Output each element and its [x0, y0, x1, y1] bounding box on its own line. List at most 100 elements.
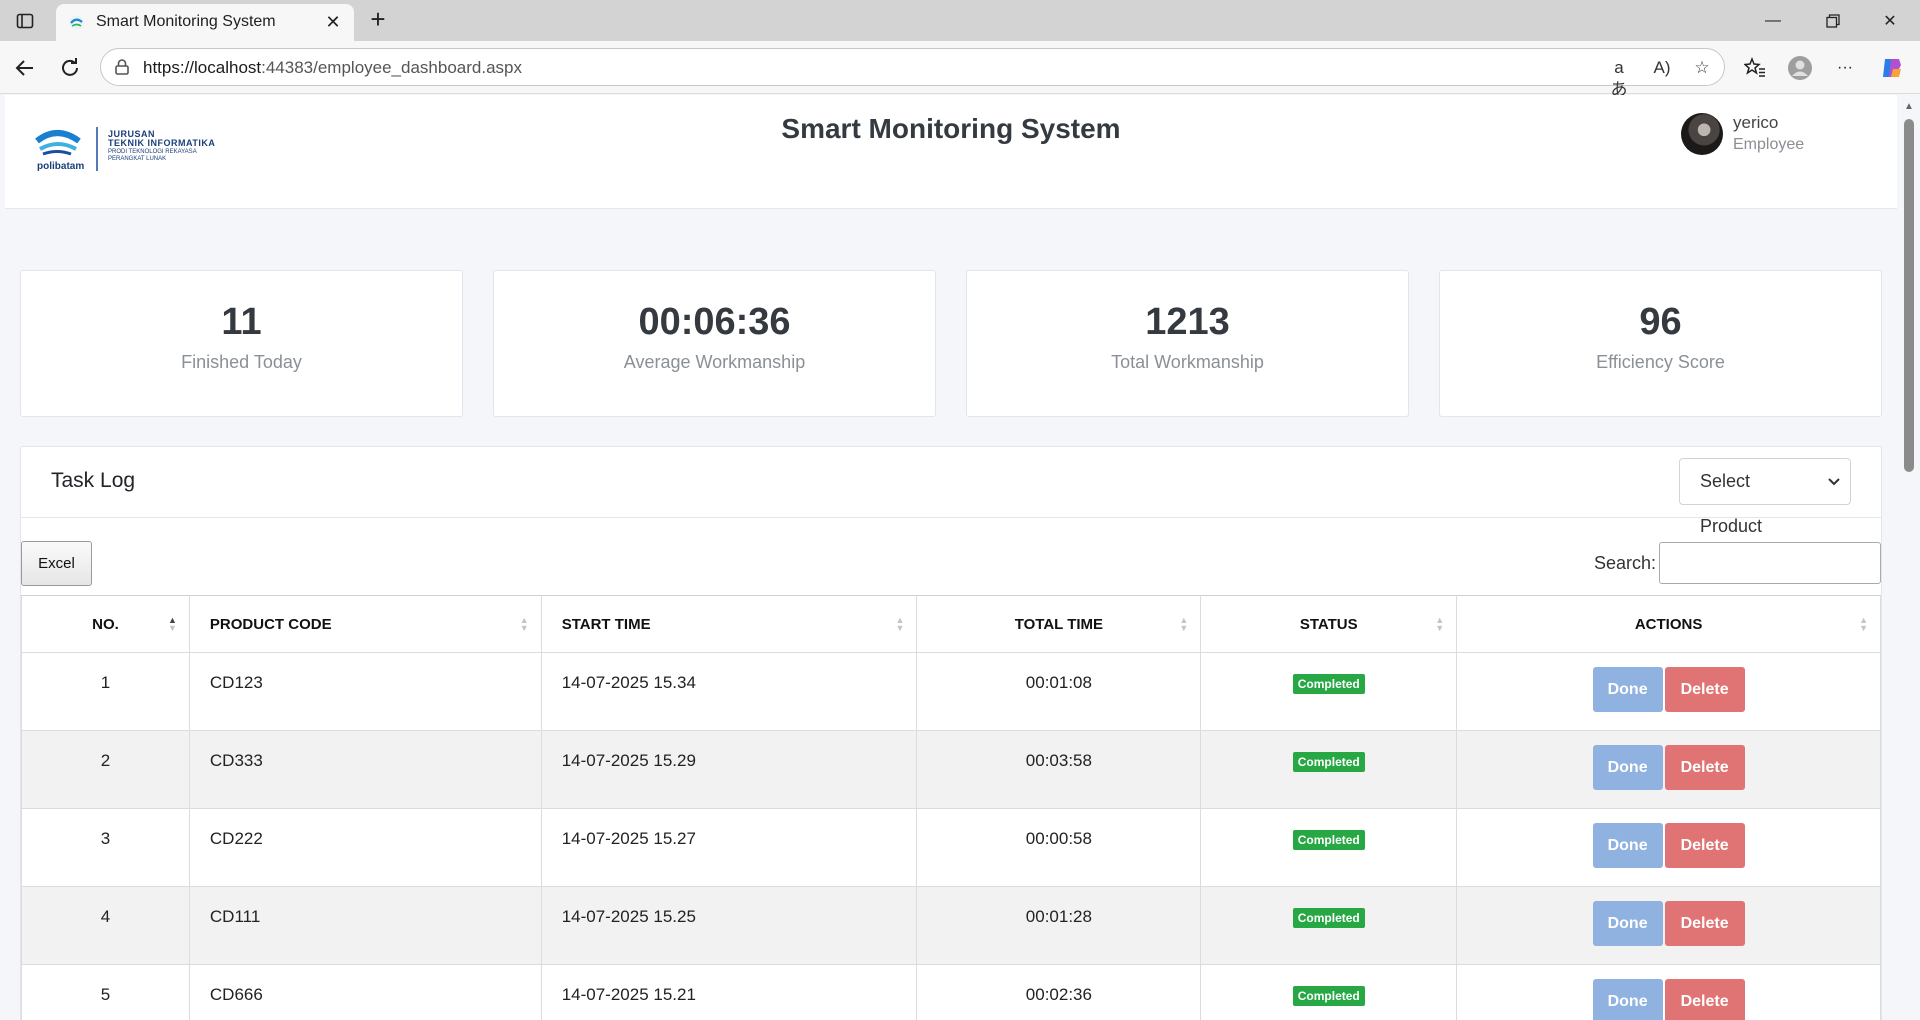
cell-total-time: 00:03:58 [916, 730, 1202, 809]
page-title: Smart Monitoring System [781, 113, 1121, 144]
task-table: NO. ▲ ▼ PRODUCT CODE ▲ ▼ START TIME ▲ ▼ TOTAL … [21, 595, 1881, 1020]
stat-label: Total Workmanship [1111, 352, 1264, 372]
cell-status: Completed [1200, 808, 1458, 887]
sort-icon: ▲ ▼ [1859, 615, 1868, 633]
close-tab-icon[interactable]: ✕ [322, 11, 344, 33]
favorites-icon[interactable] [1741, 54, 1769, 82]
avatar[interactable] [1681, 113, 1723, 155]
delete-button[interactable]: Delete [1664, 979, 1745, 1020]
done-button[interactable]: Done [1592, 901, 1663, 946]
column-label: TOTAL TIME [1014, 615, 1104, 633]
cell-status: Completed [1200, 964, 1458, 1020]
column-header-start-time[interactable]: START TIME ▲ ▼ [540, 595, 918, 653]
stat-label: Finished Today [181, 352, 302, 372]
column-header-status[interactable]: STATUS ▲ ▼ [1200, 595, 1458, 653]
new-tab-icon[interactable]: + [364, 6, 392, 34]
column-label: STATUS [1299, 615, 1358, 633]
search-input[interactable] [1659, 542, 1881, 584]
cell-total-time: 00:01:28 [916, 886, 1202, 965]
status-badge: Completed [1292, 986, 1365, 1006]
stat-label: Efficiency Score [1596, 352, 1725, 372]
more-options-icon[interactable]: ··· [1831, 54, 1859, 82]
cell-product-code: CD666 [188, 964, 542, 1020]
translate-icon[interactable]: aあ [1608, 57, 1630, 99]
stat-value: 11 [221, 301, 262, 343]
stat-value: 00:06:36 [638, 301, 791, 343]
cell-no: 2 [21, 730, 190, 809]
scroll-up-icon[interactable]: ▲ [1904, 101, 1914, 112]
delete-button[interactable]: Delete [1664, 901, 1745, 946]
task-log-header: Task Log Select Product [21, 447, 1881, 536]
table-row: 2 CD333 14-07-2025 15.29 00:03:58 Comple… [21, 730, 1881, 809]
user-role: Employee [1733, 136, 1805, 153]
address-bar[interactable]: https://localhost:44383/employee_dashboa… [100, 48, 1725, 99]
stat-card-efficiency-score: 96 Efficiency Score [1439, 270, 1882, 417]
done-button[interactable]: Done [1592, 667, 1663, 712]
column-header-no[interactable]: NO. ▲ ▼ [21, 595, 190, 653]
url-path: :44383/employee_dashboard.aspx [261, 58, 522, 77]
back-icon[interactable] [10, 53, 40, 83]
done-button[interactable]: Done [1592, 823, 1663, 868]
cell-no: 4 [21, 886, 190, 965]
restore-icon[interactable] [1803, 4, 1863, 38]
cell-product-code: CD111 [188, 886, 542, 965]
done-button[interactable]: Done [1592, 745, 1663, 790]
read-aloud-icon[interactable]: A) [1651, 57, 1673, 79]
app-header: polibatam JURUSAN TEKNIK INFORMATIKA PRO… [5, 95, 1897, 209]
cell-total-time: 00:01:08 [916, 652, 1202, 731]
browser-tab[interactable]: Smart Monitoring System ✕ [56, 4, 354, 41]
excel-export-button[interactable]: Excel [21, 541, 92, 586]
reload-icon[interactable] [55, 53, 85, 83]
delete-button[interactable]: Delete [1664, 667, 1745, 712]
column-header-product-code[interactable]: PRODUCT CODE ▲ ▼ [188, 595, 542, 653]
sidebar-toggle-icon[interactable] [12, 8, 38, 34]
cell-product-code: CD333 [188, 730, 542, 809]
delete-button[interactable]: Delete [1664, 745, 1745, 790]
cell-status: Completed [1200, 652, 1458, 731]
url-text[interactable]: https://localhost:44383/employee_dashboa… [143, 58, 522, 78]
table-header-row: NO. ▲ ▼ PRODUCT CODE ▲ ▼ START TIME ▲ ▼ TOTAL … [21, 595, 1881, 653]
dept-line-3: PRODI TEKNOLOGI REKAYASA [108, 149, 197, 155]
cell-actions: Done Delete [1456, 808, 1881, 887]
product-select[interactable]: Select Product [1679, 458, 1851, 536]
browser-tab-bar: Smart Monitoring System ✕ + — ✕ [0, 0, 1920, 41]
column-header-actions[interactable]: ACTIONS ▲ ▼ [1456, 595, 1881, 653]
stat-card-finished-today: 11 Finished Today [20, 270, 463, 417]
cell-product-code: CD222 [188, 808, 542, 887]
product-select-value: Select Product [1700, 471, 1763, 536]
column-label: PRODUCT CODE [209, 615, 332, 633]
copilot-icon[interactable] [1878, 54, 1906, 82]
task-log-title: Task Log [51, 469, 136, 492]
page-scrollbar[interactable]: ▲ [1898, 95, 1920, 1020]
cell-product-code: CD123 [188, 652, 542, 731]
close-window-icon[interactable]: ✕ [1860, 4, 1920, 38]
cell-total-time: 00:00:58 [916, 808, 1202, 887]
table-row: 5 CD666 14-07-2025 15.21 00:02:36 Comple… [21, 964, 1881, 1020]
table-row: 4 CD111 14-07-2025 15.25 00:01:28 Comple… [21, 886, 1881, 965]
profile-icon[interactable] [1786, 54, 1814, 82]
cell-start-time: 14-07-2025 15.27 [540, 808, 918, 887]
column-header-total-time[interactable]: TOTAL TIME ▲ ▼ [916, 595, 1202, 653]
minimize-icon[interactable]: — [1743, 4, 1803, 38]
cell-status: Completed [1200, 886, 1458, 965]
status-badge: Completed [1292, 674, 1365, 694]
sort-icon: ▲ ▼ [895, 615, 905, 633]
delete-button[interactable]: Delete [1664, 823, 1745, 868]
tab-title: Smart Monitoring System [96, 13, 276, 30]
cell-total-time: 00:02:36 [916, 964, 1202, 1020]
scrollbar-thumb[interactable] [1904, 119, 1914, 472]
cell-actions: Done Delete [1456, 652, 1881, 731]
cell-start-time: 14-07-2025 15.25 [540, 886, 918, 965]
lock-icon[interactable] [113, 58, 131, 76]
done-button[interactable]: Done [1592, 979, 1663, 1020]
table-row: 3 CD222 14-07-2025 15.27 00:00:58 Comple… [21, 808, 1881, 887]
favorite-star-icon[interactable]: ☆ [1691, 57, 1713, 79]
user-profile[interactable]: yerico Employee [1681, 113, 1881, 161]
stat-value: 96 [1639, 301, 1682, 343]
status-badge: Completed [1292, 908, 1365, 928]
stat-card-average-workmanship: 00:06:36 Average Workmanship [493, 270, 936, 417]
cell-no: 5 [21, 964, 190, 1020]
dept-line-4: PERANGKAT LUNAK [108, 156, 167, 162]
cell-no: 1 [21, 652, 190, 731]
chevron-down-icon [1828, 459, 1840, 522]
